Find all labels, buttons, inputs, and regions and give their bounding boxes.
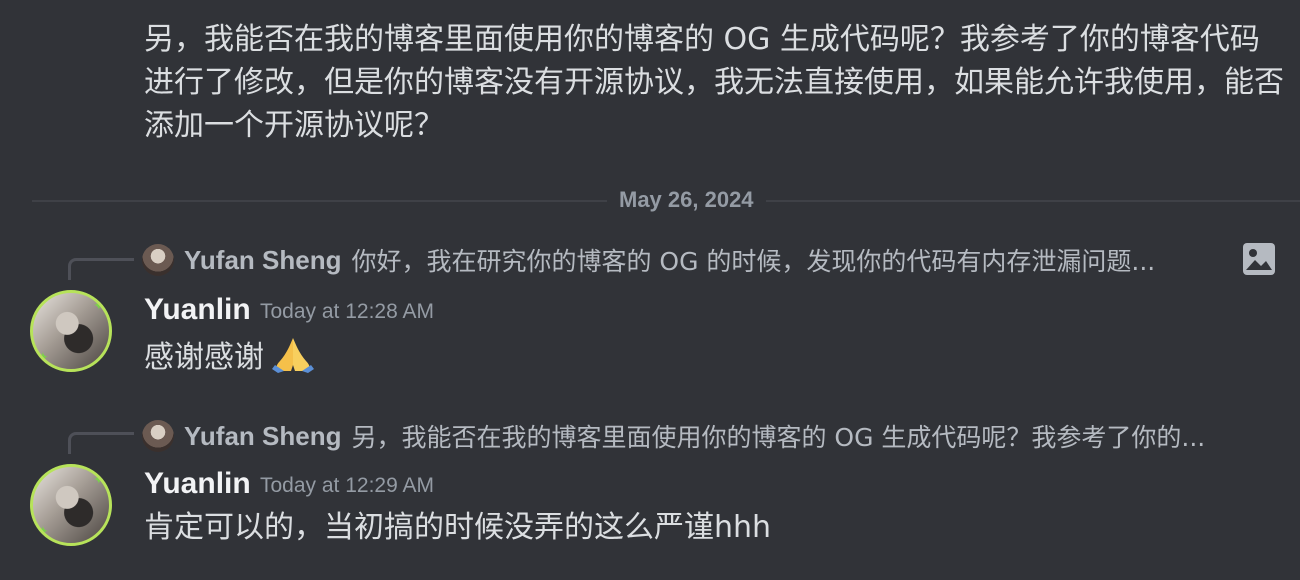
message-text: 感谢感谢 [144, 335, 316, 378]
sparkle-icon: ✦ [93, 297, 105, 313]
reply-spine [68, 432, 134, 454]
sparkle-icon: ✦ [37, 523, 49, 539]
reply-author[interactable]: Yufan Sheng [184, 245, 341, 276]
reply-text[interactable]: 另，我能否在我的博客里面使用你的博客的 OG 生成代码呢？我参考了你的... [351, 418, 1205, 454]
message-author[interactable]: Yuanlin [144, 466, 251, 502]
message-timestamp[interactable]: Today at 12:28 AM [260, 298, 434, 326]
reply-avatar[interactable] [142, 244, 174, 276]
message-timestamp[interactable]: Today at 12:29 AM [260, 472, 434, 500]
avatar[interactable]: ✦ ✦ [30, 464, 112, 546]
date-divider-label: May 26, 2024 [607, 186, 766, 214]
reply-avatar[interactable] [142, 420, 174, 452]
avatar[interactable]: ✦ ✦ [30, 290, 112, 372]
sparkle-icon: ✦ [93, 471, 105, 487]
image-icon[interactable] [1242, 242, 1276, 276]
reply-author[interactable]: Yufan Sheng [184, 421, 341, 452]
message-author[interactable]: Yuanlin [144, 292, 251, 328]
reply-preview[interactable]: Yufan Sheng 你好，我在研究你的博客的 OG 的时候，发现你的代码有内… [142, 242, 1232, 278]
reply-text[interactable]: 你好，我在研究你的博客的 OG 的时候，发现你的代码有内存泄漏问题... [351, 242, 1155, 278]
reply-preview[interactable]: Yufan Sheng 另，我能否在我的博客里面使用你的博客的 OG 生成代码呢… [142, 418, 1282, 454]
sparkle-icon: ✦ [37, 349, 49, 365]
reply-spine [68, 258, 134, 280]
message-text: 肯定可以的，当初搞的时候没弄的这么严谨hhh [144, 510, 772, 545]
previous-message-text: 另，我能否在我的博客里面使用你的博客的 OG 生成代码呢？我参考了你的博客代码进… [144, 22, 1284, 143]
folded-hands-icon [272, 338, 314, 373]
message-text-content: 感谢感谢 [144, 340, 264, 375]
